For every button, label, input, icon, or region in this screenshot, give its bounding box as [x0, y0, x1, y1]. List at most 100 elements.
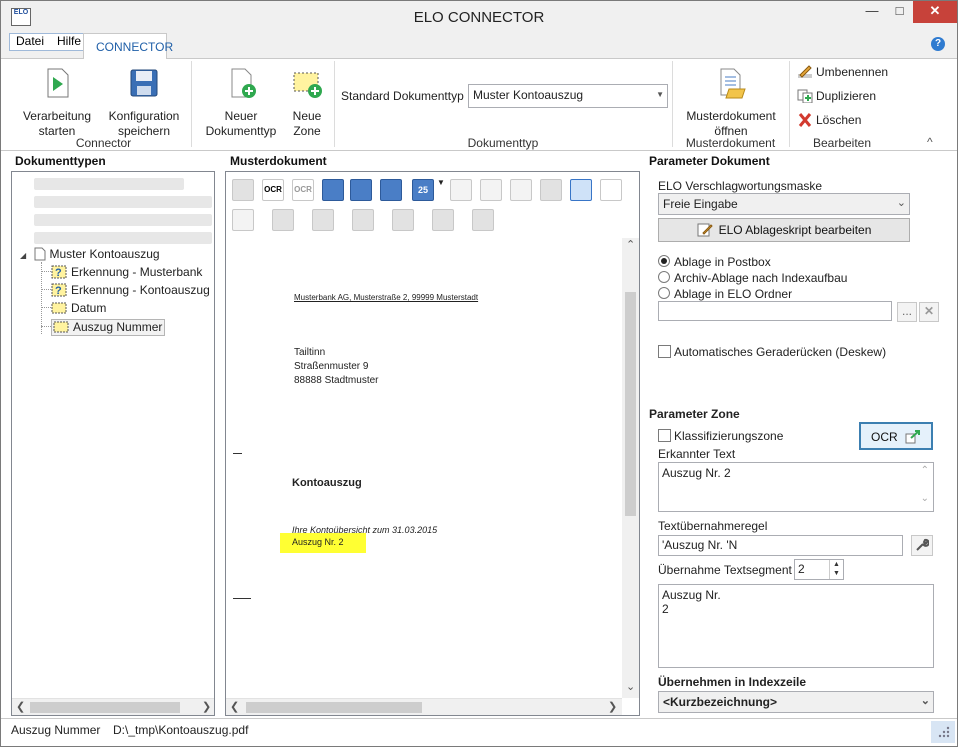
- selected-tree-item: Auszug Nummer: [51, 319, 166, 336]
- scroll-left-icon[interactable]: ❮: [16, 700, 25, 713]
- redaction-icon[interactable]: [392, 209, 414, 231]
- stamp-icon[interactable]: [472, 209, 494, 231]
- browse-ordner-button[interactable]: ...: [897, 302, 917, 322]
- tree-label: Erkennung - Musterbank: [71, 265, 203, 279]
- tab-connector[interactable]: CONNECTOR: [83, 33, 173, 60]
- chevron-down-icon: ▼: [656, 90, 664, 99]
- fit-page-icon[interactable]: [350, 179, 372, 201]
- flip-icon[interactable]: [510, 179, 532, 201]
- view-zones-icon[interactable]: [570, 179, 592, 201]
- neue-zone-label-2: Zone: [293, 124, 321, 138]
- radio-postbox[interactable]: [658, 255, 670, 267]
- pointer-cursor-icon[interactable]: [600, 179, 622, 201]
- indexzeile-value: <Kurzbezeichnung>: [663, 695, 778, 709]
- tree-item-auszug-nummer[interactable]: Auszug Nummer: [41, 319, 166, 336]
- erkannter-text-field[interactable]: Auszug Nr. 2 ⌃ ⌄: [658, 462, 934, 512]
- regel-field[interactable]: 'Auszug Nr. 'N: [658, 535, 903, 556]
- dropdown-arrow-icon[interactable]: ▼: [437, 178, 445, 187]
- duplizieren-button[interactable]: Duplizieren: [797, 89, 876, 103]
- neuer-dokumenttyp-button[interactable]: Neuer Dokumenttyp: [201, 67, 281, 139]
- scrollbar-thumb[interactable]: [246, 702, 422, 713]
- ablageskript-button[interactable]: ELO Ablageskript bearbeiten: [658, 218, 910, 242]
- ocr-button[interactable]: OCR: [859, 422, 933, 450]
- verarbeitung-starten-button[interactable]: Verarbeitung starten: [21, 67, 93, 139]
- close-button[interactable]: ✕: [913, 1, 957, 23]
- note-icon[interactable]: [232, 209, 254, 231]
- musterdokument-viewer: OCR OCR 25 ▼ Musterbank AG, Musterstraße…: [225, 171, 640, 716]
- clear-ordner-icon[interactable]: ✕: [919, 302, 939, 322]
- musterdokument-oeffnen-button[interactable]: Musterdokument öffnen: [681, 67, 781, 139]
- page-zoom-icon[interactable]: 25: [412, 179, 434, 201]
- segment-value: 2: [798, 562, 805, 576]
- tree-connector: [41, 307, 51, 308]
- umbenennen-button[interactable]: Umbenennen: [797, 65, 888, 79]
- rotate-right-icon[interactable]: [480, 179, 502, 201]
- document-vertical-scrollbar[interactable]: ⌃ ⌄: [622, 238, 639, 698]
- window-title: ELO CONNECTOR: [413, 9, 545, 26]
- strikethrough-icon[interactable]: [352, 209, 374, 231]
- group-musterdokument-label: Musterdokument: [685, 136, 776, 150]
- expand-triangle-icon[interactable]: ◢: [20, 251, 26, 260]
- text-annotation-icon[interactable]: [432, 209, 454, 231]
- scroll-down-icon[interactable]: ⌄: [921, 493, 929, 504]
- konfiguration-speichern-button[interactable]: Konfiguration speichern: [104, 67, 184, 139]
- blurred-tree-item: [34, 178, 184, 190]
- ocr-zone-highlight[interactable]: Auszug Nr. 2: [280, 533, 366, 553]
- verarbeitung-label-1: Verarbeitung: [22, 109, 92, 123]
- collapse-ribbon-button[interactable]: ^: [927, 135, 933, 149]
- parameter-dokument-title: Parameter Dokument: [649, 154, 770, 168]
- ocr-icon[interactable]: OCR: [262, 179, 284, 201]
- stepper-arrows-icon[interactable]: ▲ ▼: [829, 560, 843, 579]
- maximize-button[interactable]: □: [886, 1, 913, 23]
- deskew-label: Automatisches Geraderücken (Deskew): [674, 345, 887, 359]
- radio-archiv-ablage[interactable]: [658, 271, 670, 283]
- ocr-zone-icon[interactable]: OCR: [292, 179, 314, 201]
- tree-item-erkennung-musterbank[interactable]: ? Erkennung - Musterbank: [41, 265, 202, 279]
- marker-icon[interactable]: [272, 209, 294, 231]
- radio-elo-ordner[interactable]: [658, 287, 670, 299]
- scroll-down-icon[interactable]: ⌄: [626, 680, 635, 693]
- neue-zone-button[interactable]: Neue Zone: [287, 67, 327, 139]
- zoom-icon[interactable]: [232, 179, 254, 201]
- maske-select[interactable]: Freie Eingabe ⌄: [658, 193, 910, 215]
- ordner-field[interactable]: [658, 301, 892, 321]
- tree-item-datum[interactable]: Datum: [41, 301, 106, 315]
- tree-item-erkennung-kontoauszug[interactable]: ? Erkennung - Kontoauszug: [41, 283, 210, 297]
- duplicate-icon: [797, 89, 813, 103]
- delete-page-icon[interactable]: [540, 179, 562, 201]
- svg-text:?: ?: [55, 285, 62, 297]
- help-icon[interactable]: ?: [931, 37, 945, 51]
- tree-label: Auszug Nummer: [73, 320, 163, 334]
- fit-width-icon[interactable]: [322, 179, 344, 201]
- scroll-up-icon[interactable]: ⌃: [921, 465, 929, 476]
- tree-item-root[interactable]: ◢ Muster Kontoauszug: [20, 247, 160, 261]
- resize-grip-icon[interactable]: [931, 721, 955, 743]
- scroll-right-icon[interactable]: ❯: [202, 700, 211, 713]
- scroll-left-icon[interactable]: ❮: [230, 700, 239, 713]
- rotate-left-icon[interactable]: [450, 179, 472, 201]
- indexzeile-select[interactable]: <Kurzbezeichnung> ⌄: [658, 691, 934, 713]
- segment-stepper[interactable]: 2 ▲ ▼: [794, 559, 844, 580]
- scrollbar-thumb[interactable]: [625, 292, 636, 516]
- wrench-icon[interactable]: [911, 535, 933, 556]
- scroll-up-icon[interactable]: ⌃: [626, 238, 635, 251]
- klassifizierung-checkbox[interactable]: [658, 429, 671, 442]
- ablageskript-label: ELO Ablageskript bearbeiten: [718, 223, 872, 237]
- app-window: ELO ELO CONNECTOR — □ ✕ Datei Hilfe CONN…: [0, 0, 958, 747]
- tree-horizontal-scrollbar[interactable]: ❮ ❯: [12, 698, 214, 715]
- result-text-area[interactable]: Auszug Nr. 2: [658, 584, 934, 668]
- standard-dokumenttyp-select[interactable]: Muster Kontoauszug ▼: [468, 84, 668, 108]
- minimize-button[interactable]: —: [858, 1, 886, 23]
- loeschen-button[interactable]: Löschen: [797, 113, 861, 127]
- menu-datei[interactable]: Datei: [16, 34, 44, 48]
- neuer-doktyp-label-2: Dokumenttyp: [205, 124, 277, 138]
- highlighter-icon[interactable]: [312, 209, 334, 231]
- actual-size-icon[interactable]: [380, 179, 402, 201]
- deskew-checkbox[interactable]: [658, 345, 671, 358]
- document-horizontal-scrollbar[interactable]: ❮ ❯: [226, 698, 622, 715]
- erkannter-text-label: Erkannter Text: [658, 447, 736, 461]
- scrollbar-thumb[interactable]: [30, 702, 180, 713]
- konfig-label-1: Konfiguration: [108, 109, 180, 123]
- menu-hilfe[interactable]: Hilfe: [57, 34, 81, 48]
- scroll-right-icon[interactable]: ❯: [608, 700, 617, 713]
